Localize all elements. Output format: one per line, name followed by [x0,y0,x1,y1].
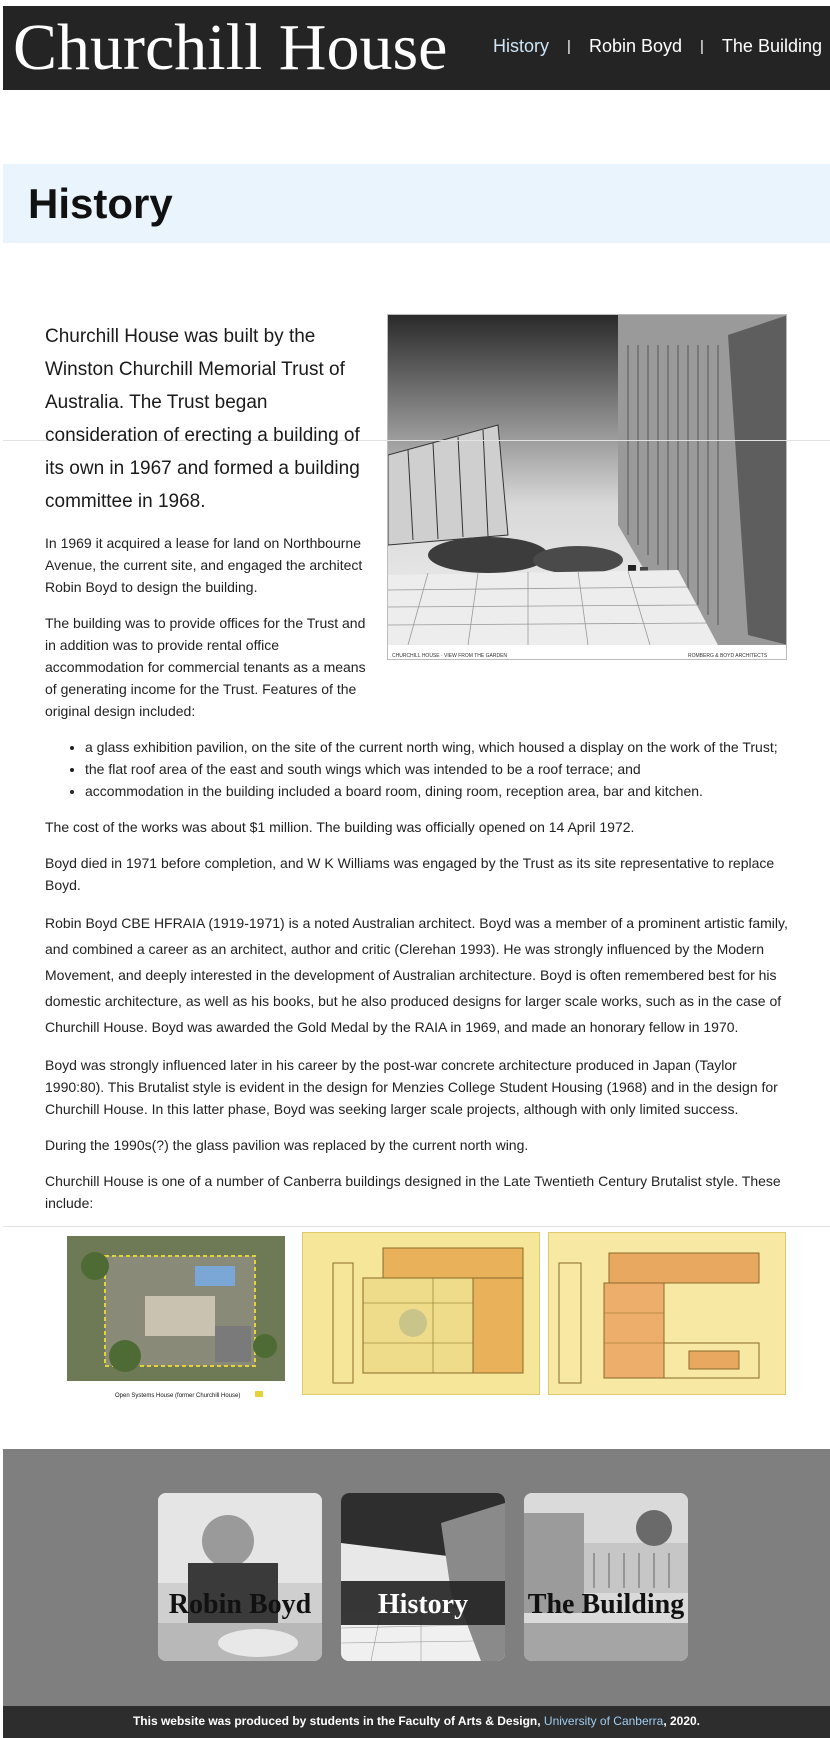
paragraph: The cost of the works was about $1 milli… [45,819,635,835]
history-card[interactable]: History [341,1493,505,1661]
site-header: Churchill House History | Robin Boyd | T… [3,6,830,90]
university-link[interactable]: University of Canberra [544,1714,663,1728]
nav-robin-boyd-link[interactable]: Robin Boyd [589,36,682,57]
nav-the-building-link[interactable]: The Building [722,36,822,57]
list-item: the flat roof area of the east and south… [85,758,790,780]
robin-boyd-card[interactable]: Robin Boyd [158,1493,322,1661]
history-article: Churchill House was built by the Winston… [45,316,790,1214]
site-title[interactable]: Churchill House [13,8,447,88]
card-label: History [377,1589,469,1620]
robin-boyd-portrait [158,1493,322,1661]
aerial-caption: Open Systems House (former Churchill Hou… [115,1393,240,1399]
image-gallery: Open Systems House (former Churchill Hou… [3,1224,830,1404]
lead-paragraph: Churchill House was built by the Winston… [45,326,360,512]
paragraph: Boyd died in 1971 before completion, and… [45,855,775,893]
page: Churchill House History | Robin Boyd | T… [3,4,830,1738]
list-item: a glass exhibition pavilion, on the site… [85,736,790,758]
footer-text-end: , 2020. [663,1714,701,1728]
history-drawing-thumb [341,1493,505,1661]
paragraph: Boyd was strongly influenced later in hi… [45,1057,778,1117]
main-nav: History | Robin Boyd | The Building [493,36,822,57]
card-label: Robin Boyd [168,1589,312,1620]
page-heading: History [28,180,173,227]
paragraph: During the 1990s(?) the glass pavilion w… [45,1137,529,1153]
floor-plan-image[interactable] [302,1232,540,1395]
paragraph: Churchill House is one of a number of Ca… [45,1173,781,1211]
nav-separator: | [700,38,704,55]
the-building-card[interactable]: The Building [524,1493,688,1661]
footer-text: This website was produced by students in… [132,1714,544,1728]
paragraph: In 1969 it acquired a lease for land on … [45,535,363,595]
nav-separator: | [567,38,571,55]
paragraph: Robin Boyd CBE HFRAIA (1919-1971) is a n… [45,915,788,1035]
site-footer: This website was produced by students in… [3,1706,830,1738]
floor-plan-illustration [303,1233,539,1394]
features-list: a glass exhibition pavilion, on the site… [85,736,790,802]
list-item: accommodation in the building included a… [85,780,790,802]
aerial-photo-illustration: Open Systems House (former Churchill Hou… [67,1236,285,1399]
paragraph: The building was to provide offices for … [45,615,366,719]
floor-plan-image[interactable] [548,1232,786,1395]
building-photo-thumb [524,1493,688,1661]
card-label: The Building [527,1589,685,1620]
section-links: Robin Boyd History The Building [3,1449,830,1707]
nav-history-link[interactable]: History [493,36,549,57]
page-banner: History [3,164,830,243]
floor-plan-illustration [549,1233,785,1394]
aerial-photo-image[interactable]: Open Systems House (former Churchill Hou… [65,1236,287,1401]
